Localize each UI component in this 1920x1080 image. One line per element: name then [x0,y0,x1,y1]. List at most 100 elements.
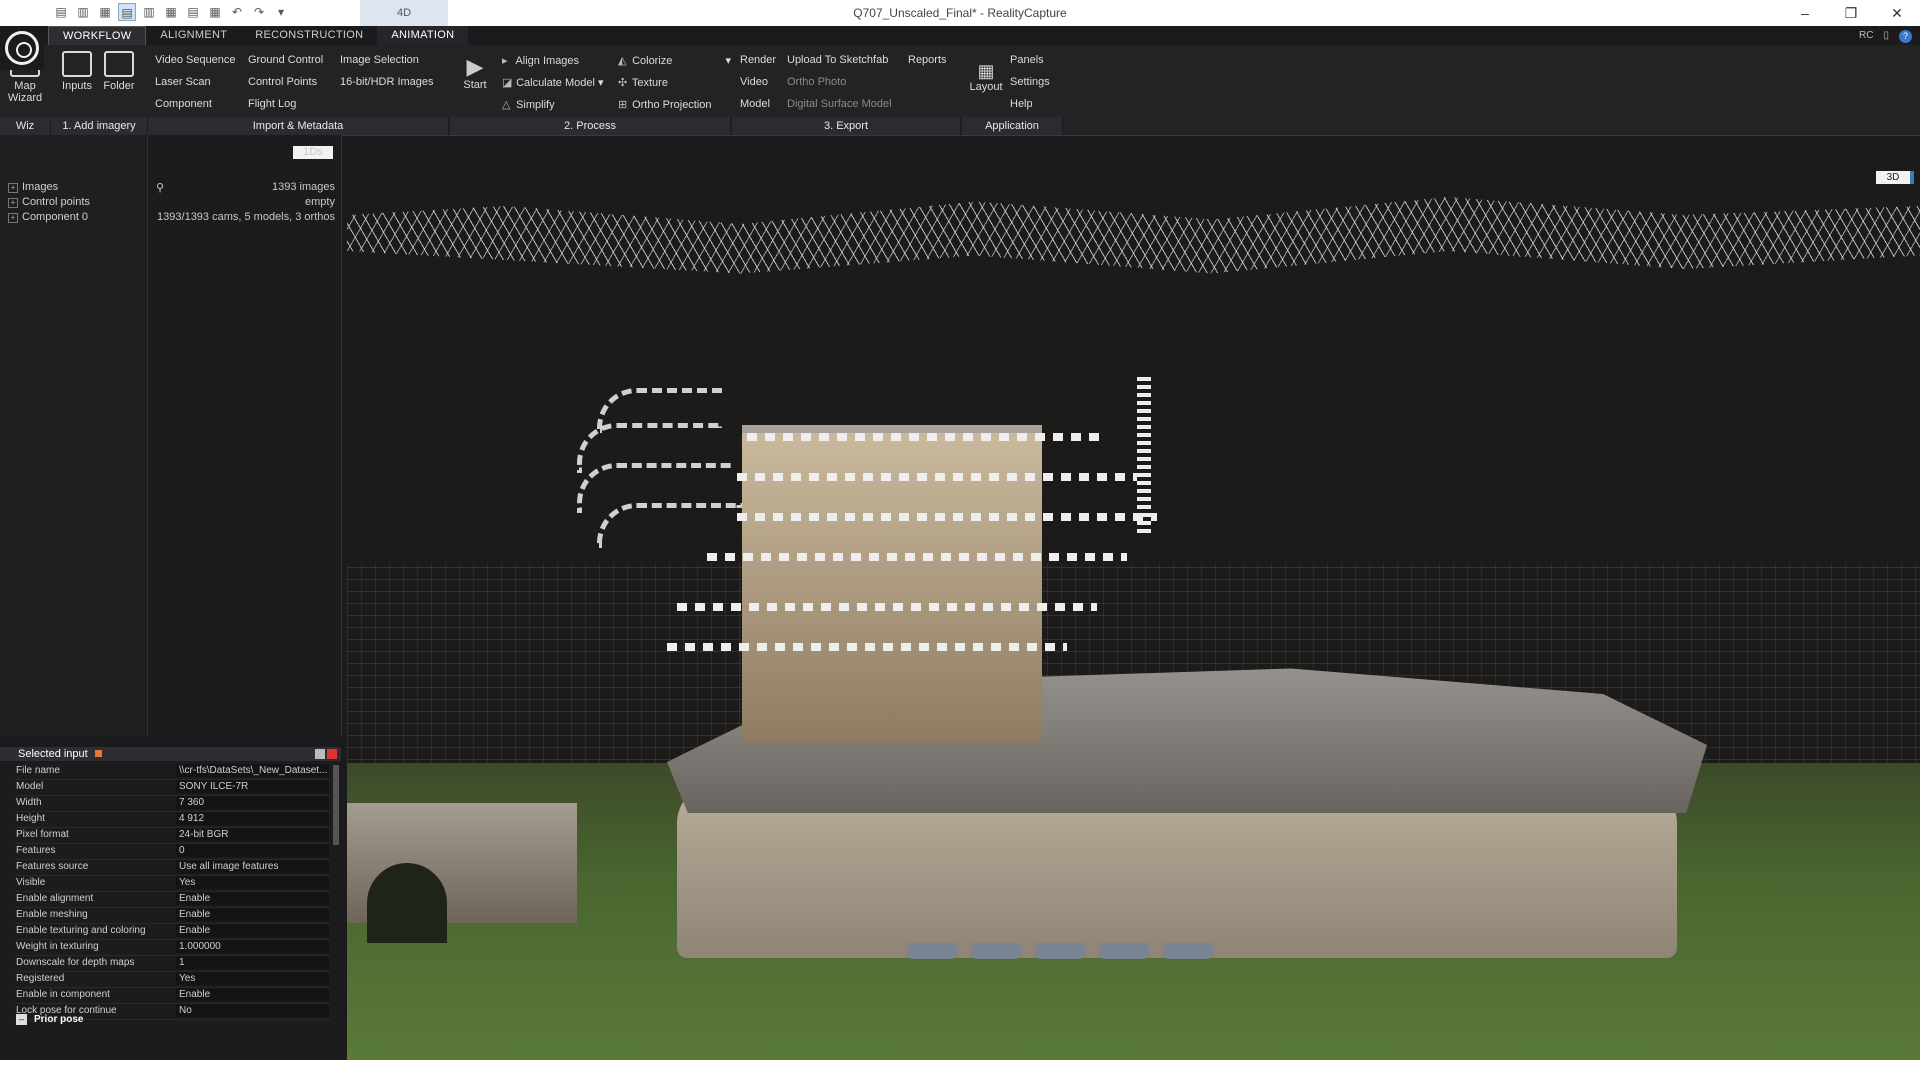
property-value[interactable]: No [176,1004,329,1017]
property-value[interactable]: SONY ILCE-7R [176,780,329,793]
camera-row [677,603,1097,611]
settings-button[interactable]: Settings [1010,76,1050,88]
property-key: Enable texturing and coloring [16,925,146,936]
property-row[interactable]: Visible Yes [14,875,330,892]
property-value[interactable]: 24-bit BGR [176,828,329,841]
video-sequence-button[interactable]: Video Sequence [155,54,236,66]
property-value[interactable]: 0 [176,844,329,857]
bridge-arch [367,863,447,943]
calculate-model-button[interactable]: ◪ Calculate Model ▾ [502,76,604,89]
collapse-icon[interactable]: – [16,1014,27,1025]
colorize-icon: ◭ [618,55,627,67]
property-value[interactable]: \\cr-tfs\DataSets\_New_Dataset... [176,764,329,777]
pin-icon[interactable] [94,750,102,757]
property-row[interactable]: Enable meshing Enable [14,907,330,924]
property-row[interactable]: Features source Use all image features [14,859,330,876]
simplify-icon: △ [502,99,511,111]
rc-label[interactable]: RC [1859,30,1873,43]
flight-log-button[interactable]: Flight Log [248,98,296,110]
group-application: Application [962,117,1063,135]
property-value[interactable]: Use all image features [176,860,329,873]
tree-item-component[interactable]: + Component 0 [8,211,88,223]
layout-button[interactable]: ▦ Layout [968,61,1004,93]
texture-button[interactable]: ✣ Texture [618,76,668,89]
property-row[interactable]: Enable texturing and coloring Enable [14,923,330,940]
colorize-dropdown-icon[interactable]: ▾ [725,55,731,67]
tab-reconstruction[interactable]: RECONSTRUCTION [241,26,377,45]
expand-icon[interactable]: + [8,198,18,208]
property-row[interactable]: Width 7 360 [14,795,330,812]
expand-icon[interactable]: + [8,183,18,193]
simplify-button[interactable]: △ Simplify [502,98,555,111]
panels-button[interactable]: Panels [1010,54,1044,66]
property-value[interactable]: 1.000000 [176,940,329,953]
property-row[interactable]: Height 4 912 [14,811,330,828]
property-row[interactable]: Downscale for depth maps 1 [14,955,330,972]
component-button[interactable]: Component [155,98,212,110]
property-value[interactable]: 7 360 [176,796,329,809]
align-icon: ▸ [502,55,508,67]
property-row[interactable]: Registered Yes [14,971,330,988]
align-images-button[interactable]: ▸ Align Images [502,54,579,67]
document-icon[interactable]: ▯ [1883,30,1889,43]
property-row[interactable]: Enable in component Enable [14,987,330,1004]
info-images: 1393 images [272,181,335,193]
prior-pose-section[interactable]: Prior pose [34,1014,83,1025]
video-button[interactable]: Video [740,76,768,88]
ground-control-button[interactable]: Ground Control [248,54,323,66]
property-row[interactable]: Features 0 [14,843,330,860]
dock-icon[interactable] [315,749,325,759]
tab-alignment[interactable]: ALIGNMENT [146,26,241,45]
property-value[interactable]: Enable [176,892,329,905]
digital-surface-model-button[interactable]: Digital Surface Model [787,98,892,110]
folder-button[interactable]: Folder [100,51,138,92]
app-logo-icon[interactable] [0,26,44,70]
property-value[interactable]: Enable [176,908,329,921]
property-row[interactable]: Weight in texturing 1.000000 [14,939,330,956]
property-key: File name [16,765,60,776]
property-value[interactable]: Enable [176,924,329,937]
image-selection-button[interactable]: Image Selection [340,54,419,66]
1ds-badge[interactable]: 1Ds [293,146,333,159]
property-value[interactable]: 1 [176,956,329,969]
selected-input-header: Selected input [0,747,341,761]
property-value[interactable]: Yes [176,876,329,889]
property-value[interactable]: 4 912 [176,812,329,825]
ortho-projection-button[interactable]: ⊞ Ortho Projection [618,98,712,111]
property-row[interactable]: Enable alignment Enable [14,891,330,908]
colorize-button[interactable]: ◭ Colorize ▾ [618,54,731,67]
folder-icon [104,51,134,77]
laser-scan-button[interactable]: Laser Scan [155,76,211,88]
upload-sketchfab-button[interactable]: Upload To Sketchfab [787,54,888,66]
start-button[interactable]: ▶ Start [458,55,492,92]
property-key: Visible [16,877,46,888]
pin-icon: ⚲ [156,182,165,194]
ortho-photo-button[interactable]: Ortho Photo [787,76,846,88]
minimize-button[interactable]: – [1782,0,1828,26]
property-value[interactable]: Enable [176,988,329,1001]
close-button[interactable]: ✕ [1874,0,1920,26]
inputs-button[interactable]: Inputs [58,51,96,92]
expand-icon[interactable]: + [8,213,18,223]
property-row[interactable]: Model SONY ILCE-7R [14,779,330,796]
tab-animation[interactable]: ANIMATION [377,26,469,45]
restore-button[interactable]: ❐ [1828,0,1874,26]
tree-item-images[interactable]: + Images [8,181,58,193]
tab-workflow[interactable]: WORKFLOW [48,26,147,45]
model-export-button[interactable]: Model [740,98,770,110]
hdr-images-button[interactable]: 16-bit/HDR Images [340,76,434,88]
render-button[interactable]: Render [740,54,776,66]
control-points-button[interactable]: Control Points [248,76,317,88]
tree-item-control-points[interactable]: + Control points [8,196,90,208]
property-row[interactable]: File name \\cr-tfs\DataSets\_New_Dataset.… [14,763,330,780]
help-button[interactable]: Help [1010,98,1033,110]
property-value[interactable]: Yes [176,972,329,985]
scrollbar[interactable] [333,765,339,845]
help-icon[interactable]: ? [1899,30,1912,43]
property-row[interactable]: Pixel format 24-bit BGR [14,827,330,844]
3d-viewport[interactable]: 3D [347,163,1920,1060]
view-mode-badge[interactable]: 3D [1876,171,1914,184]
reports-button[interactable]: Reports [908,54,947,66]
group-process: 2. Process [450,117,731,135]
close-panel-icon[interactable] [327,749,337,759]
